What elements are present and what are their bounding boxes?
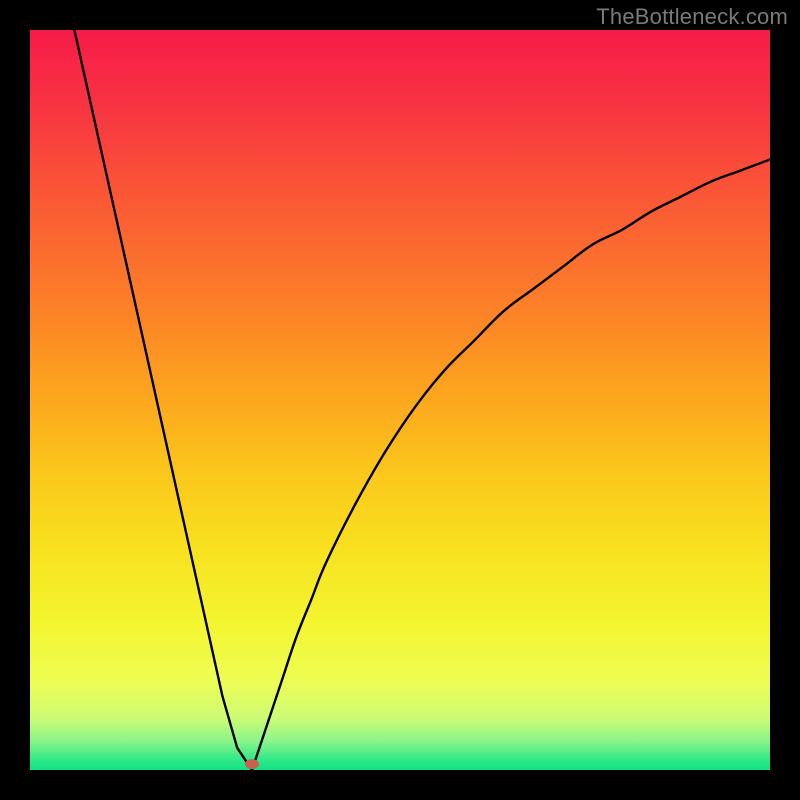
plot-area bbox=[30, 30, 770, 770]
watermark-text: TheBottleneck.com bbox=[596, 4, 788, 30]
chart-frame: TheBottleneck.com bbox=[0, 0, 800, 800]
gradient-background bbox=[30, 30, 770, 770]
minimum-marker bbox=[245, 759, 259, 769]
chart-svg bbox=[30, 30, 770, 770]
